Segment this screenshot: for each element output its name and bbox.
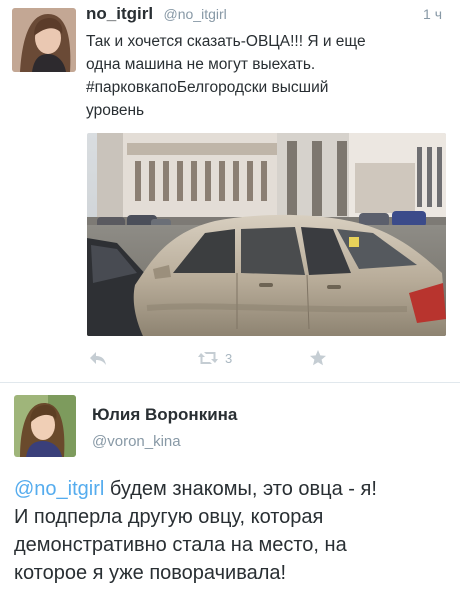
avatar[interactable] <box>14 395 76 457</box>
tweet-text-segment: будем знакомы, это овца - я! <box>104 478 377 500</box>
reply-icon <box>90 352 106 365</box>
display-name[interactable]: no_itgirl <box>86 4 153 23</box>
favorite-button[interactable] <box>309 346 327 370</box>
star-icon <box>310 350 326 366</box>
avatar[interactable] <box>12 8 76 72</box>
timestamp[interactable]: 1 ч <box>423 6 442 22</box>
retweet-count: 3 <box>225 350 233 366</box>
tweet-text-line: И подперла другую овцу, которая <box>14 506 324 528</box>
display-name[interactable]: Юлия Воронкина <box>92 405 237 425</box>
tweet-text-line: одна машина не могут выехать. <box>86 56 316 73</box>
hashtag-link[interactable]: #парковкапоБелгородски высший <box>86 76 436 99</box>
mention-link[interactable]: @no_itgirl <box>14 478 104 500</box>
car-parking-photo <box>87 133 446 336</box>
username-handle[interactable]: @voron_kina <box>92 433 181 450</box>
reply-button[interactable] <box>89 346 107 370</box>
tweet-text-line: которое я уже поворачивала! <box>14 562 287 584</box>
tweet-text: @no_itgirl будем знакомы, это овца - я! … <box>14 475 454 587</box>
tweet-text: Так и хочется сказать-ОВЦА!!! Я и еще од… <box>86 30 436 122</box>
username-handle[interactable]: @no_itgirl <box>164 6 227 22</box>
tweet-text-line: Так и хочется сказать-ОВЦА!!! Я и еще <box>86 33 366 50</box>
tweet-photo[interactable] <box>87 133 446 336</box>
tweet-text-line: @no_itgirl будем знакомы, это овца - я! <box>14 475 454 503</box>
tweet-card-first[interactable]: no_itgirl @no_itgirl 1 ч Так и хочется с… <box>0 0 460 382</box>
tweet-text-line: демонстративно стала на место, на <box>14 534 347 556</box>
tweet-card-second[interactable]: Юлия Воронкина @voron_kina @no_itgirl бу… <box>0 383 460 600</box>
tweet-actions: 3 <box>87 346 447 370</box>
tweet-header: no_itgirl @no_itgirl 1 ч <box>86 4 448 26</box>
retweet-icon <box>198 352 218 364</box>
retweet-button[interactable]: 3 <box>197 346 232 370</box>
tweet-text-line: уровень <box>86 102 145 119</box>
